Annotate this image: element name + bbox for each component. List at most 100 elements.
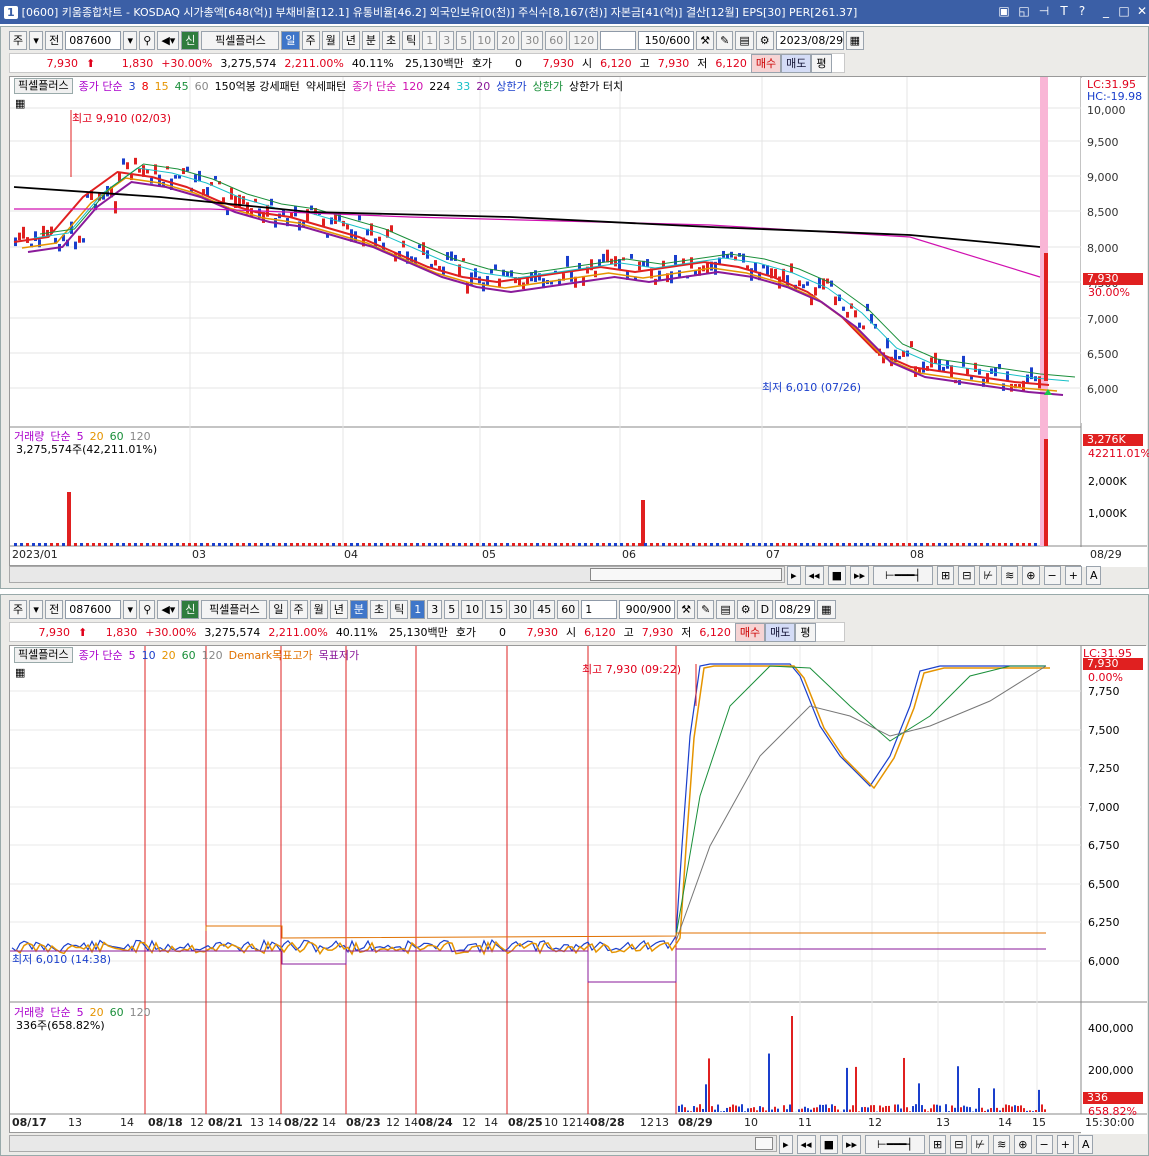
interval-5-button[interactable]: 5	[456, 30, 472, 50]
zoom-slider[interactable]: ⊢━━━┤	[873, 566, 934, 585]
period-second-tab[interactable]: 초	[370, 599, 389, 619]
gear-icon[interactable]: ⚙	[736, 599, 755, 619]
maximize-button[interactable]: □	[1116, 3, 1132, 19]
buy-button[interactable]: 매수	[734, 622, 766, 642]
tools-icon[interactable]: ⚒	[696, 30, 715, 50]
period-year-tab[interactable]: 년	[329, 599, 348, 619]
avg-button[interactable]: 평	[795, 622, 816, 642]
period-day-tab[interactable]: 일	[269, 599, 288, 619]
stock-code-input[interactable]: 087600	[65, 30, 122, 50]
close-button[interactable]: ✕	[1134, 3, 1149, 19]
interval-20-button[interactable]: 20	[497, 30, 520, 50]
rewind-icon[interactable]: ◂◂	[796, 1135, 816, 1154]
interval-10-button[interactable]: 10	[461, 599, 484, 619]
wave-icon[interactable]: ≋	[1001, 566, 1019, 585]
interval-3-button[interactable]: 3	[427, 599, 443, 619]
interval-1-button[interactable]: 1	[422, 30, 438, 50]
legend-stock-name[interactable]: 픽셀플러스	[14, 78, 73, 94]
interval-1-button[interactable]: 1	[410, 599, 426, 619]
search-icon[interactable]: ⚲	[139, 599, 156, 619]
save-icon[interactable]: ▤	[735, 30, 754, 50]
interval-10-button[interactable]: 10	[473, 30, 496, 50]
search-icon[interactable]: ⚲	[139, 30, 156, 50]
interval-60-button[interactable]: 60	[557, 599, 580, 619]
pin-icon[interactable]: ⊣	[1036, 3, 1052, 19]
daily-chart-area[interactable]: 픽셀플러스 종가 단순 3 8 15 45 60 150억봉 강세패턴 약세패턴…	[9, 76, 1149, 567]
count-input[interactable]: 900/900	[619, 599, 676, 619]
interval-15-button[interactable]: 15	[485, 599, 508, 619]
scroll-thumb[interactable]	[590, 568, 782, 581]
step-right-icon[interactable]: ▸	[787, 566, 801, 585]
interval-5-button[interactable]: 5	[444, 599, 460, 619]
interval-30-button[interactable]: 30	[521, 30, 544, 50]
zoom-in-icon[interactable]: +	[1056, 1135, 1074, 1154]
interval-select[interactable]: 1	[581, 599, 618, 619]
table-icon[interactable]: ▦	[15, 97, 25, 110]
sell-button[interactable]: 매도	[781, 53, 812, 73]
d-checkbox[interactable]: D	[756, 599, 774, 619]
indicator-icon[interactable]: ✎	[697, 599, 715, 619]
gear-icon[interactable]: ⚙	[755, 30, 774, 50]
minute-chart-area[interactable]: 픽셀플러스 종가 단순 5 10 20 60 120 Demark목표고가 목표…	[9, 645, 1147, 1134]
period-month-tab[interactable]: 월	[321, 30, 340, 50]
stop-icon[interactable]: ■	[819, 1135, 838, 1154]
scroll-thumb[interactable]	[755, 1137, 773, 1150]
date-input[interactable]: 2023/08/29	[775, 30, 844, 50]
help-icon[interactable]: ?	[1074, 3, 1090, 19]
layout-icon[interactable]: ⊞	[929, 1135, 947, 1154]
period-week-tab[interactable]: 주	[289, 599, 308, 619]
daily-scrollbar[interactable]	[9, 566, 785, 583]
sound-icon[interactable]: ◀▾	[157, 30, 180, 50]
period-tick-tab[interactable]: 틱	[402, 30, 421, 50]
period-minute-tab[interactable]: 분	[349, 599, 369, 619]
indicator-icon[interactable]: ✎	[716, 30, 734, 50]
wave-icon[interactable]: ≋	[993, 1135, 1011, 1154]
restore-icon[interactable]: ◱	[1016, 3, 1032, 19]
table-icon[interactable]: ▦	[15, 666, 25, 679]
buy-button[interactable]: 매수	[750, 53, 782, 73]
font-size-icon[interactable]: A	[1085, 566, 1102, 585]
code-dropdown-icon[interactable]: ▾	[123, 599, 138, 619]
font-icon[interactable]: T	[1056, 3, 1072, 19]
sell-button[interactable]: 매도	[765, 622, 796, 642]
interval-60-button[interactable]: 60	[545, 30, 568, 50]
avg-button[interactable]: 평	[811, 53, 832, 73]
interval-120-button[interactable]: 120	[569, 30, 599, 50]
play-icon[interactable]: ▸▸	[849, 566, 870, 585]
minimize-button[interactable]: _	[1098, 3, 1114, 19]
trend-icon[interactable]: ⊬	[971, 1135, 990, 1154]
step-right-icon[interactable]: ▸	[779, 1135, 793, 1154]
minute-scrollbar[interactable]	[9, 1135, 777, 1152]
market-type-button[interactable]: 주	[9, 599, 28, 619]
grid-icon[interactable]: ⊟	[950, 1135, 968, 1154]
interval-45-button[interactable]: 45	[533, 599, 556, 619]
period-month-tab[interactable]: 월	[309, 599, 328, 619]
zoom-slider[interactable]: ⊢━━━┤	[865, 1135, 926, 1154]
legend-stock-name[interactable]: 픽셀플러스	[14, 647, 73, 663]
trend-icon[interactable]: ⊬	[979, 566, 998, 585]
stock-code-input[interactable]: 087600	[65, 599, 122, 619]
save-icon[interactable]: ▤	[716, 599, 735, 619]
layout-icon[interactable]: ⊞	[937, 566, 955, 585]
interval-select[interactable]	[600, 30, 637, 50]
calendar-icon[interactable]: ▦	[845, 30, 865, 50]
zoom-out-icon[interactable]: −	[1035, 1135, 1053, 1154]
rewind-icon[interactable]: ◂◂	[804, 566, 824, 585]
font-size-icon[interactable]: A	[1077, 1135, 1094, 1154]
period-minute-tab[interactable]: 분	[361, 30, 381, 50]
all-button[interactable]: 전	[45, 599, 64, 619]
grid-icon[interactable]: ⊟	[958, 566, 976, 585]
link-icon[interactable]: ▣	[996, 3, 1012, 19]
zoom-icon[interactable]: ⊕	[1014, 1135, 1032, 1154]
interval-30-button[interactable]: 30	[509, 599, 532, 619]
code-dropdown-icon[interactable]: ▾	[123, 30, 138, 50]
zoom-icon[interactable]: ⊕	[1022, 566, 1040, 585]
calendar-icon[interactable]: ▦	[817, 599, 836, 619]
period-year-tab[interactable]: 년	[341, 30, 360, 50]
dropdown-icon[interactable]: ▾	[29, 599, 44, 619]
zoom-in-icon[interactable]: +	[1064, 566, 1082, 585]
period-week-tab[interactable]: 주	[301, 30, 320, 50]
stop-icon[interactable]: ■	[827, 566, 846, 585]
dropdown-icon[interactable]: ▾	[29, 30, 44, 50]
tools-icon[interactable]: ⚒	[677, 599, 696, 619]
